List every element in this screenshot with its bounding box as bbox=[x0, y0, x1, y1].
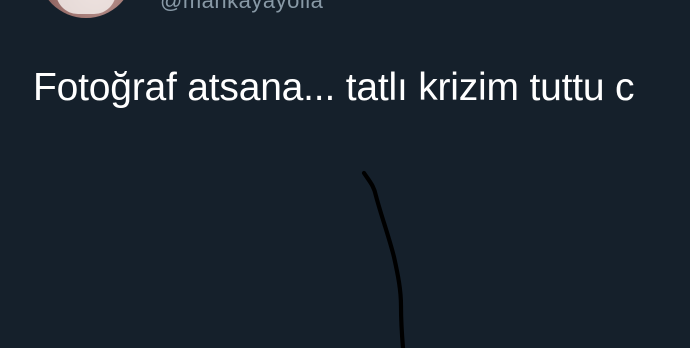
tweet-screen: @mahkayayolla Fotoğraf atsana... tatlı k… bbox=[0, 0, 690, 348]
hand-drawn-line bbox=[361, 170, 406, 348]
user-handle[interactable]: @mahkayayolla bbox=[160, 0, 323, 14]
avatar-image-detail bbox=[56, 0, 116, 14]
tweet-header: @mahkayayolla bbox=[0, 0, 690, 40]
hand-drawn-stroke bbox=[361, 170, 406, 348]
avatar[interactable] bbox=[38, 0, 134, 18]
tweet-text: Fotoğraf atsana... tatlı krizim tuttu c bbox=[33, 66, 635, 109]
